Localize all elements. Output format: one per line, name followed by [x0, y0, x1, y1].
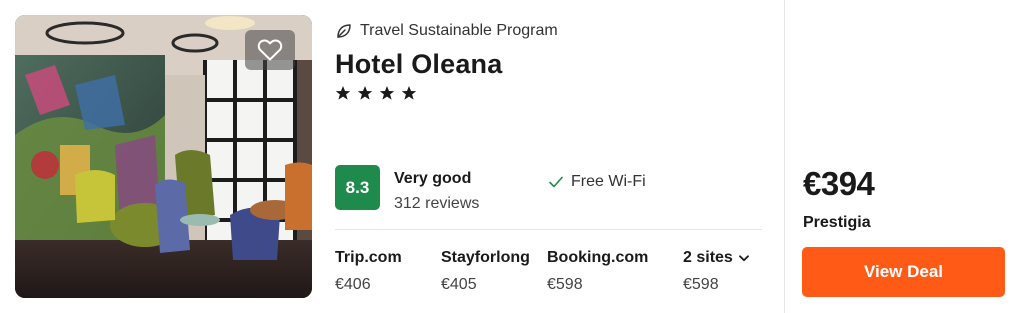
provider-price: €405 — [441, 276, 477, 293]
rating-label: Very good — [394, 170, 472, 187]
chevron-down-icon — [738, 254, 749, 261]
sustainability-badge[interactable]: Travel Sustainable Program — [336, 22, 558, 40]
provider-booking-com[interactable]: Booking.com €598 — [547, 248, 648, 294]
sustainability-label: Travel Sustainable Program — [360, 22, 558, 39]
star-rating — [335, 85, 417, 101]
star-icon — [379, 86, 395, 100]
provider-price: €598 — [683, 276, 719, 293]
more-sites-dropdown[interactable]: 2 sites €598 — [683, 248, 749, 294]
provider-name: Stayforlong — [441, 249, 530, 266]
heart-outline-icon — [257, 39, 283, 61]
favorite-button[interactable] — [245, 30, 295, 70]
view-deal-button[interactable]: View Deal — [802, 247, 1005, 297]
star-icon — [401, 86, 417, 100]
column-divider — [784, 0, 785, 313]
amenity-wifi: Free Wi-Fi — [549, 173, 646, 191]
review-score-badge: 8.3 — [335, 165, 380, 210]
divider — [335, 229, 762, 230]
provider-stayforlong[interactable]: Stayforlong €405 — [441, 248, 530, 294]
best-price-provider: Prestigia — [803, 214, 871, 231]
star-icon — [335, 86, 351, 100]
provider-price: €406 — [335, 276, 371, 293]
provider-price: €598 — [547, 276, 583, 293]
more-sites-label-row: 2 sites — [683, 248, 749, 268]
leaf-icon — [337, 24, 351, 38]
hotel-name[interactable]: Hotel Oleana — [335, 49, 502, 80]
hotel-result-card: Travel Sustainable Program Hotel Oleana … — [0, 0, 1024, 313]
provider-name: Trip.com — [335, 249, 402, 266]
provider-trip-com[interactable]: Trip.com €406 — [335, 248, 402, 294]
check-icon — [549, 176, 563, 188]
more-sites-label: 2 sites — [683, 249, 733, 266]
star-icon — [357, 86, 373, 100]
best-price: €394 — [803, 165, 875, 202]
review-count[interactable]: 312 reviews — [394, 195, 479, 213]
provider-name: Booking.com — [547, 249, 649, 266]
amenity-label: Free Wi-Fi — [571, 173, 646, 190]
